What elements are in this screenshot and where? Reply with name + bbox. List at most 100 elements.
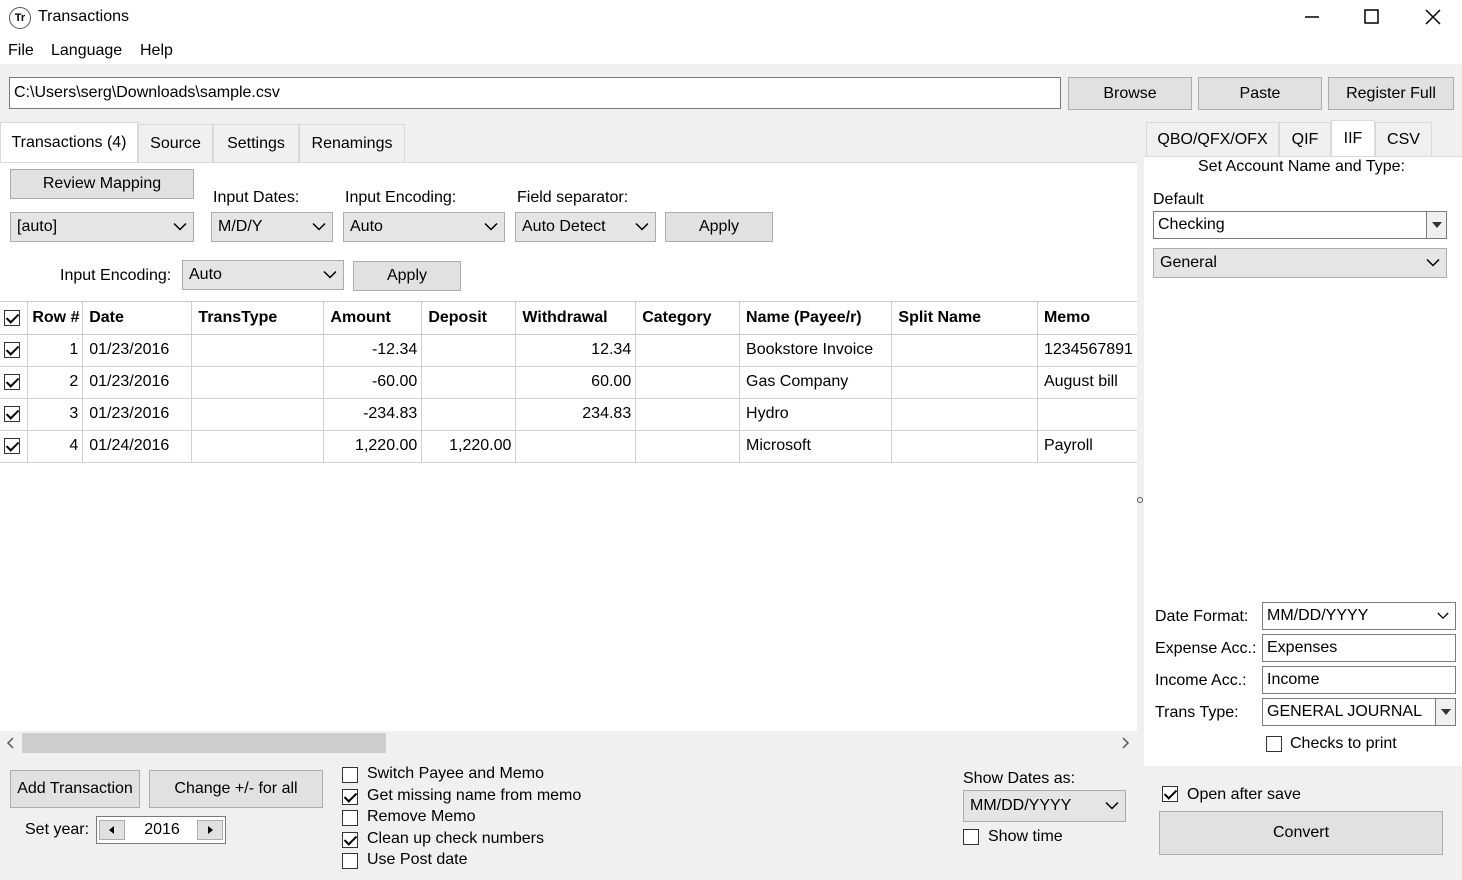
cell-withdrawal[interactable]: 234.83 (515, 398, 637, 431)
change-sign-button[interactable]: Change +/- for all (149, 770, 323, 808)
dropdown-arrow-icon[interactable] (1426, 212, 1446, 238)
panel-splitter[interactable] (1137, 122, 1144, 880)
cell-row[interactable]: 2 (27, 366, 84, 399)
cell-transtype[interactable] (191, 366, 325, 399)
tab-iif[interactable]: IIF (1331, 120, 1375, 156)
column-header[interactable]: Amount (323, 302, 423, 335)
tab-csv[interactable]: CSV (1375, 122, 1432, 156)
column-header[interactable]: Memo (1037, 302, 1137, 335)
income-account-input[interactable]: Income (1262, 666, 1456, 694)
cell-row[interactable]: 3 (27, 398, 84, 431)
column-header[interactable]: Row # (27, 302, 84, 335)
input-encoding-select-2[interactable]: Auto (182, 260, 344, 290)
table-row[interactable]: 2 01/23/2016 -60.00 60.00 Gas Company August … (0, 366, 1137, 399)
cell-split[interactable] (891, 366, 1038, 399)
cell-amount[interactable]: 1,220.00 (323, 430, 423, 463)
row-select-cell[interactable] (0, 366, 29, 399)
option-checkbox[interactable] (342, 853, 358, 869)
option-checkbox[interactable] (342, 767, 358, 783)
column-header[interactable]: Withdrawal (515, 302, 637, 335)
maximize-icon[interactable] (1349, 0, 1395, 34)
option-checkbox[interactable] (342, 831, 358, 848)
cell-category[interactable] (635, 366, 741, 399)
account-name-combo[interactable]: Checking (1153, 211, 1447, 239)
date-format-select[interactable]: MM/DD/YYYY (1262, 602, 1456, 630)
year-increment-icon[interactable] (197, 820, 223, 840)
row-select-cell[interactable] (0, 334, 29, 367)
menu-language[interactable]: Language (51, 42, 122, 60)
add-transaction-button[interactable]: Add Transaction (10, 770, 140, 808)
input-encoding-select[interactable]: Auto (343, 212, 505, 242)
cell-category[interactable] (635, 430, 741, 463)
option-checkbox[interactable] (342, 810, 358, 826)
cell-category[interactable] (635, 334, 741, 367)
scroll-right-icon[interactable] (1118, 735, 1132, 751)
file-path-input[interactable]: C:\Users\serg\Downloads\sample.csv (9, 77, 1061, 109)
cell-withdrawal[interactable]: 12.34 (515, 334, 637, 367)
select-all-checkbox[interactable] (4, 309, 20, 326)
cell-amount[interactable]: -12.34 (323, 334, 423, 367)
field-separator-select[interactable]: Auto Detect (515, 212, 656, 242)
minimize-icon[interactable] (1290, 0, 1336, 34)
row-checkbox[interactable] (4, 373, 20, 390)
cell-name[interactable]: Bookstore Invoice (739, 334, 893, 367)
column-header[interactable]: Split Name (891, 302, 1038, 335)
input-dates-select[interactable]: M/D/Y (211, 212, 333, 242)
dropdown-arrow-icon[interactable] (1435, 699, 1455, 725)
apply-button-2[interactable]: Apply (353, 261, 461, 291)
cell-name[interactable]: Microsoft (739, 430, 893, 463)
cell-date[interactable]: 01/23/2016 (82, 366, 193, 399)
cell-memo[interactable] (1037, 398, 1137, 431)
column-header[interactable]: Deposit (421, 302, 517, 335)
checks-to-print-checkbox[interactable] (1266, 736, 1282, 752)
cell-date[interactable]: 01/23/2016 (82, 334, 193, 367)
convert-button[interactable]: Convert (1159, 811, 1443, 855)
row-select-cell[interactable] (0, 430, 29, 463)
row-select-cell[interactable] (0, 398, 29, 431)
column-header[interactable]: TransType (191, 302, 325, 335)
scroll-left-icon[interactable] (4, 735, 18, 751)
cell-deposit[interactable] (421, 398, 517, 431)
show-dates-select[interactable]: MM/DD/YYYY (963, 790, 1126, 822)
row-checkbox[interactable] (4, 405, 20, 422)
review-mapping-button[interactable]: Review Mapping (10, 169, 194, 199)
tab-qbo-qfx-ofx[interactable]: QBO/QFX/OFX (1146, 122, 1279, 156)
cell-row[interactable]: 1 (27, 334, 84, 367)
select-all-cell[interactable] (0, 302, 29, 335)
menu-file[interactable]: File (8, 42, 34, 60)
close-icon[interactable] (1410, 0, 1456, 34)
table-row[interactable]: 3 01/23/2016 -234.83 234.83 Hydro (0, 398, 1137, 431)
tab-settings[interactable]: Settings (213, 124, 299, 162)
expense-account-input[interactable]: Expenses (1262, 634, 1456, 662)
trans-type-combo[interactable]: GENERAL JOURNAL (1262, 698, 1456, 726)
column-header[interactable]: Date (82, 302, 193, 335)
cell-row[interactable]: 4 (27, 430, 84, 463)
cell-name[interactable]: Gas Company (739, 366, 893, 399)
cell-category[interactable] (635, 398, 741, 431)
column-header[interactable]: Name (Payee/r) (739, 302, 893, 335)
year-stepper[interactable]: 2016 (96, 816, 226, 844)
register-full-button[interactable]: Register Full (1328, 77, 1454, 110)
apply-button[interactable]: Apply (665, 212, 773, 242)
cell-split[interactable] (891, 334, 1038, 367)
table-row[interactable]: 1 01/23/2016 -12.34 12.34 Bookstore Invoice 1… (0, 334, 1137, 367)
year-decrement-icon[interactable] (99, 820, 125, 840)
cell-transtype[interactable] (191, 334, 325, 367)
tab-qif[interactable]: QIF (1279, 122, 1331, 156)
cell-date[interactable]: 01/23/2016 (82, 398, 193, 431)
tab-transactions[interactable]: Transactions (4) (0, 122, 138, 162)
cell-transtype[interactable] (191, 398, 325, 431)
cell-amount[interactable]: -60.00 (323, 366, 423, 399)
open-after-save-checkbox[interactable] (1162, 786, 1178, 802)
cell-withdrawal[interactable]: 60.00 (515, 366, 637, 399)
scrollbar-thumb[interactable] (22, 733, 386, 753)
cell-memo[interactable]: August bill (1037, 366, 1137, 399)
option-checkbox[interactable] (342, 788, 358, 805)
cell-transtype[interactable] (191, 430, 325, 463)
tab-renamings[interactable]: Renamings (299, 124, 405, 162)
cell-memo[interactable]: 1234567891 (1037, 334, 1137, 367)
row-checkbox[interactable] (4, 437, 20, 454)
column-header[interactable]: Category (635, 302, 741, 335)
show-time-checkbox[interactable] (963, 829, 979, 845)
menu-help[interactable]: Help (140, 42, 173, 60)
